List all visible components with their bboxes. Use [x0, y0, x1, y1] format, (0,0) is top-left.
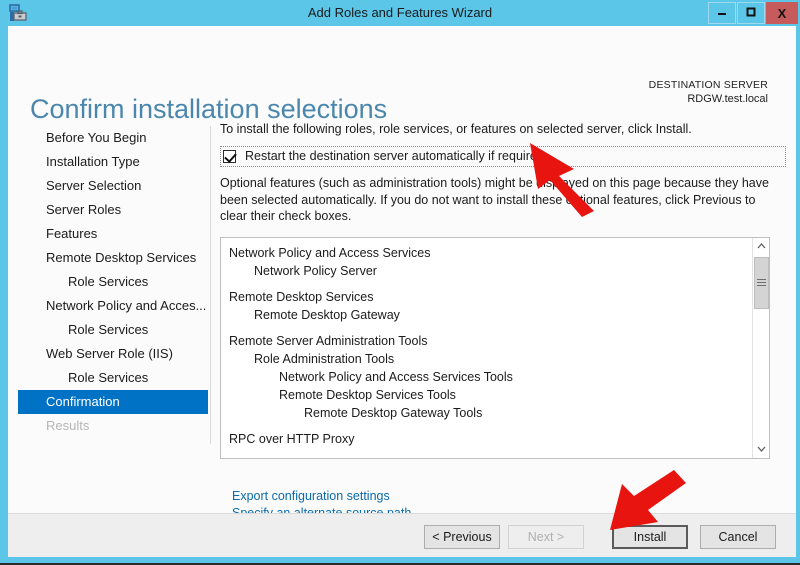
wizard-step-nav: Before You Begin Installation Type Server … [18, 126, 208, 436]
cancel-button-label: Cancel [718, 530, 758, 544]
minimize-button[interactable] [708, 2, 736, 24]
wizard-footer: < Previous Next > Install Cancel [8, 513, 796, 557]
sidebar-item-role-services[interactable]: Role Services [18, 366, 208, 390]
restart-checkbox[interactable] [223, 149, 236, 163]
listbox-scrollbar[interactable] [752, 237, 769, 458]
title-bar[interactable]: Add Roles and Features Wizard X [0, 0, 800, 26]
sidebar-item-server-selection[interactable]: Server Selection [18, 174, 208, 198]
list-item: RPC over HTTP Proxy [229, 431, 355, 446]
restart-checkbox-label: Restart the destination server automatic… [245, 149, 544, 163]
sidebar-item-features[interactable]: Features [18, 222, 208, 246]
sidebar-item-results: Results [46, 418, 90, 433]
cancel-button[interactable]: Cancel [700, 525, 776, 549]
list-item: Network Policy and Access Services Tools [279, 369, 513, 384]
sidebar-item-role-services[interactable]: Role Services [18, 270, 208, 294]
install-button[interactable]: Install [612, 525, 688, 549]
sidebar-item-remote-desktop-services[interactable]: Remote Desktop Services [18, 246, 208, 270]
sidebar-item-role-services[interactable]: Role Services [18, 318, 208, 342]
list-item: Remote Desktop Services [229, 289, 374, 304]
scrollbar-thumb[interactable] [754, 256, 769, 309]
next-button-label: Next > [527, 530, 565, 544]
scroll-up-icon[interactable] [753, 237, 769, 255]
selected-features-listbox[interactable]: Network Policy and Access Services Networ… [220, 236, 770, 459]
restart-checkbox-row[interactable]: Restart the destination server automatic… [220, 146, 786, 167]
wizard-window: Add Roles and Features Wizard X Confirm … [0, 0, 800, 565]
window-frame-bottom [0, 557, 800, 565]
install-instruction-text: To install the following roles, role ser… [220, 122, 692, 136]
destination-server-label: DESTINATION SERVER [648, 79, 768, 91]
list-item: Role Administration Tools [254, 351, 395, 366]
list-item: Network Policy Server [254, 263, 377, 278]
sidebar-item-confirmation[interactable]: Confirmation [18, 390, 208, 414]
scrollbar-grip-icon [757, 279, 766, 286]
close-icon: X [777, 5, 787, 21]
maximize-button[interactable] [737, 2, 765, 24]
install-button-label: Install [633, 530, 667, 544]
sidebar-item-before-you-begin[interactable]: Before You Begin [18, 126, 208, 150]
optional-features-note: Optional features (such as administratio… [220, 176, 769, 223]
list-item: Remote Desktop Gateway [254, 307, 400, 322]
main-panel: To install the following roles, role ser… [220, 122, 786, 459]
list-item: Remote Desktop Gateway Tools [304, 405, 483, 420]
close-button[interactable]: X [766, 2, 798, 24]
sidebar-item-server-roles[interactable]: Server Roles [18, 198, 208, 222]
window-client-area: Confirm installation selections DESTINAT… [8, 26, 796, 557]
scroll-down-icon[interactable] [753, 440, 769, 458]
minimize-icon [716, 6, 728, 20]
sidebar-item-web-server-role-iis[interactable]: Web Server Role (IIS) [18, 342, 208, 366]
next-button: Next > [508, 525, 584, 549]
sidebar-divider [210, 126, 211, 444]
list-item: Remote Server Administration Tools [229, 333, 428, 348]
selected-features-list: Network Policy and Access Services Networ… [221, 244, 749, 448]
sidebar-item-network-policy-and-acces[interactable]: Network Policy and Acces... [18, 294, 208, 318]
link-export-configuration-settings[interactable]: Export configuration settings [232, 488, 411, 505]
window-frame-right [796, 26, 800, 557]
window-title: Add Roles and Features Wizard [307, 5, 493, 20]
previous-button-label: < Previous [432, 530, 492, 544]
destination-server-block: DESTINATION SERVER RDGW.test.local [649, 78, 768, 106]
list-item: Remote Desktop Services Tools [279, 387, 456, 402]
maximize-icon [745, 6, 757, 20]
page-title: Confirm installation selections [30, 94, 388, 125]
sidebar-item-installation-type[interactable]: Installation Type [18, 150, 208, 174]
destination-server-name: RDGW.test.local [687, 93, 768, 105]
list-item: Network Policy and Access Services [229, 245, 431, 260]
previous-button[interactable]: < Previous [424, 525, 500, 549]
